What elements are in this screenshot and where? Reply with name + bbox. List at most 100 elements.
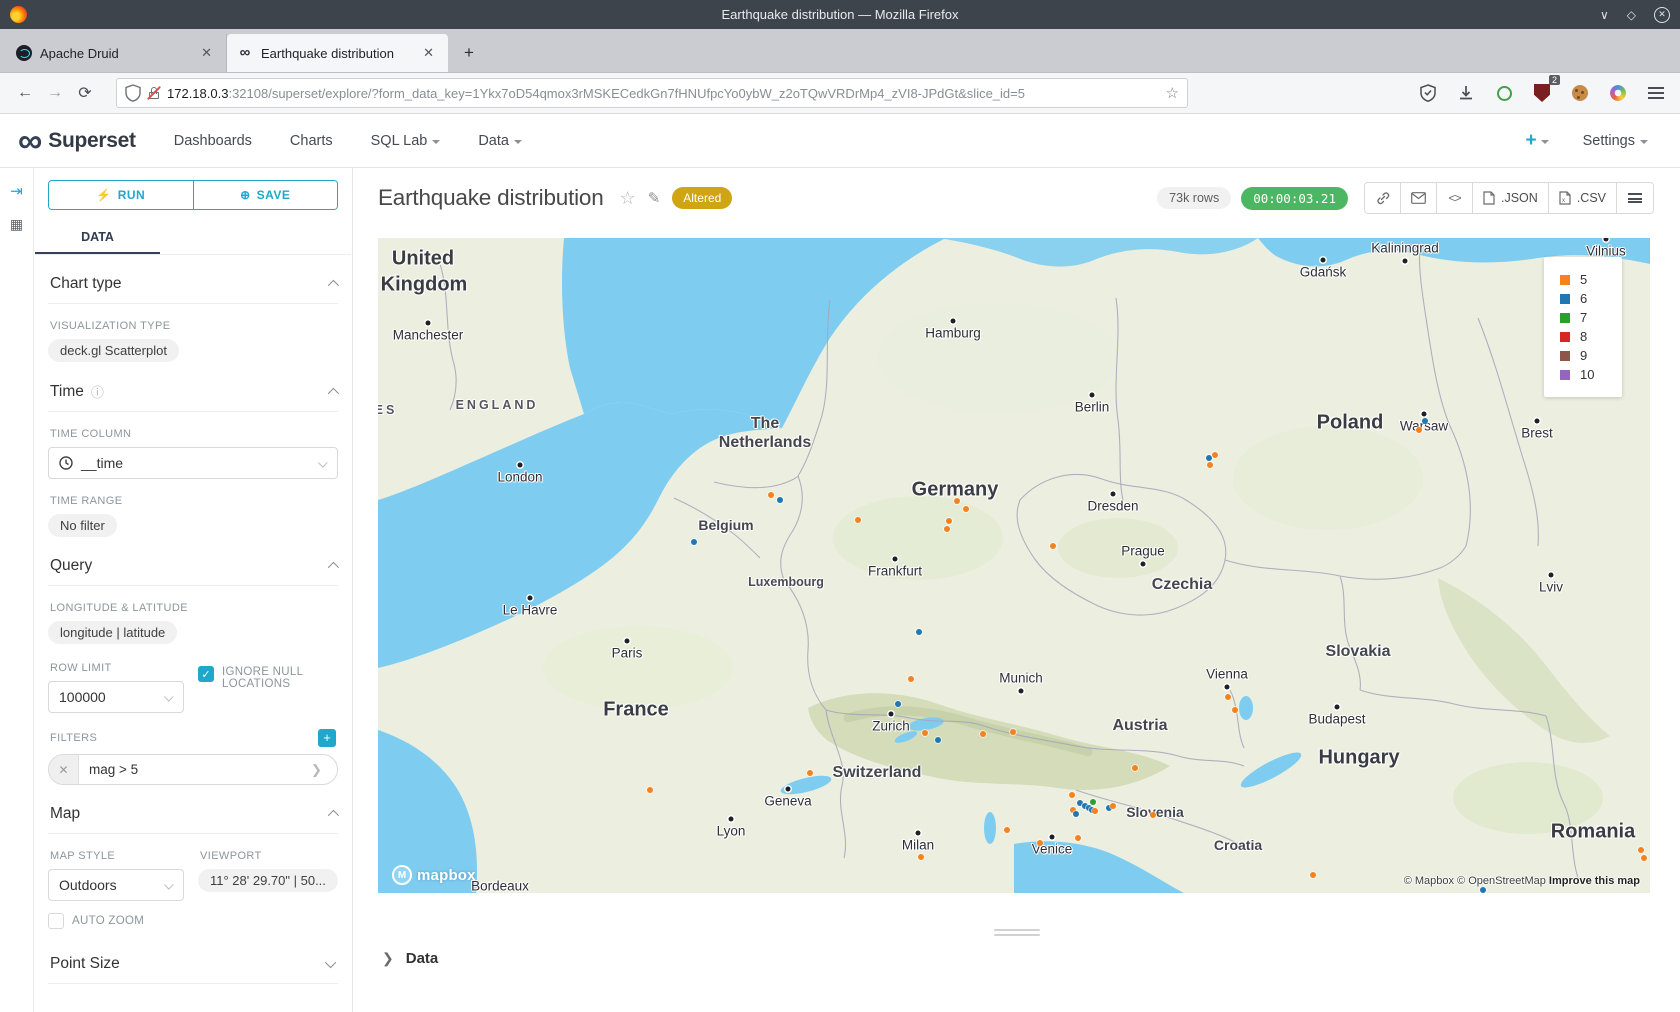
map-canvas[interactable]: UnitedKingdomTheNetherlandsFranceGermany…: [378, 238, 1650, 893]
chevron-down-icon: [1541, 140, 1549, 144]
superset-brand[interactable]: ∞ Superset: [18, 126, 136, 156]
chevron-up-icon: [328, 387, 339, 398]
scatter-point: [1069, 792, 1075, 798]
tab-title: Apache Druid: [40, 46, 197, 61]
filter-chip[interactable]: ✕ mag > 5 ❯: [48, 754, 338, 785]
scatter-point: [1004, 827, 1010, 833]
export-json-button[interactable]: .JSON: [1473, 183, 1549, 213]
auto-zoom-checkbox[interactable]: [48, 913, 64, 929]
nav-sql-lab[interactable]: SQL Lab: [371, 133, 441, 149]
viewport-value[interactable]: 11° 28' 29.70" | 50...: [198, 869, 338, 892]
ublock-icon[interactable]: 2: [1528, 79, 1556, 107]
tab-close-icon[interactable]: ✕: [419, 45, 438, 61]
scatter-point: [647, 787, 653, 793]
extension-green-icon[interactable]: [1490, 79, 1518, 107]
address-bar[interactable]: 172.18.0.3:32108/superset/explore/?form_…: [116, 78, 1188, 108]
window-close-icon[interactable]: ✕: [1654, 7, 1670, 23]
legend-label: 9: [1580, 348, 1587, 363]
downloads-icon[interactable]: [1452, 79, 1480, 107]
colorful-extension-icon[interactable]: [1604, 79, 1632, 107]
save-label: SAVE: [257, 188, 291, 202]
share-link-button[interactable]: [1365, 183, 1401, 213]
menu-hamburger-icon[interactable]: [1642, 79, 1670, 107]
tab-close-icon[interactable]: ✕: [197, 45, 216, 61]
chart-title: Earthquake distribution: [378, 185, 604, 211]
improve-map-link[interactable]: Improve this map: [1549, 875, 1640, 887]
browser-tab-apache-druid[interactable]: Apache Druid ✕: [6, 34, 227, 72]
new-item-button[interactable]: +: [1525, 130, 1548, 152]
forward-icon[interactable]: →: [40, 78, 70, 108]
export-csv-button[interactable]: x.CSV: [1549, 183, 1617, 213]
file-icon: x: [1559, 191, 1571, 205]
remove-filter-icon[interactable]: ✕: [49, 755, 79, 784]
scatter-point: [963, 506, 969, 512]
chevron-right-icon[interactable]: ❯: [311, 762, 337, 778]
file-icon: [1483, 191, 1495, 205]
email-button[interactable]: [1401, 183, 1437, 213]
altered-badge[interactable]: Altered: [672, 187, 732, 209]
time-column-select[interactable]: __time: [48, 447, 338, 479]
nav-charts[interactable]: Charts: [290, 133, 333, 149]
run-button[interactable]: ⚡RUN: [49, 181, 194, 209]
map-style-select[interactable]: Outdoors: [48, 869, 184, 901]
section-map[interactable]: Map: [48, 785, 338, 834]
protections-shield-icon[interactable]: [1414, 79, 1442, 107]
back-icon[interactable]: ←: [10, 78, 40, 108]
tab-title: Earthquake distribution: [261, 46, 419, 61]
edit-properties-icon[interactable]: ✎: [648, 189, 661, 207]
time-column-value: __time: [81, 455, 123, 471]
section-query[interactable]: Query: [48, 537, 338, 586]
reload-icon[interactable]: ⟳: [70, 78, 100, 108]
cookie-extension-icon[interactable]: [1566, 79, 1594, 107]
resize-grip[interactable]: [994, 926, 1040, 939]
insecure-lock-icon[interactable]: [147, 86, 161, 100]
scatter-point: [944, 526, 950, 532]
map-attribution[interactable]: © Mapbox © OpenStreetMap Improve this ma…: [1404, 875, 1640, 887]
data-panel-label: Data: [406, 950, 439, 967]
scatter-point: [1641, 855, 1647, 861]
scatter-point: [935, 737, 941, 743]
row-limit-select[interactable]: 100000: [48, 681, 184, 713]
chart-menu-button[interactable]: [1617, 183, 1653, 213]
mapbox-logo[interactable]: M mapbox: [392, 865, 476, 885]
bookmark-star-icon[interactable]: ☆: [1166, 84, 1179, 102]
ublock-badge: 2: [1549, 75, 1560, 85]
scatter-point: [777, 497, 783, 503]
window-maximize-icon[interactable]: ◇: [1627, 9, 1636, 21]
scatter-point: [691, 539, 697, 545]
dataset-grid-icon[interactable]: ▦: [10, 216, 23, 233]
legend-swatch: [1560, 294, 1570, 304]
embed-code-button[interactable]: <>: [1437, 183, 1473, 213]
time-range-value[interactable]: No filter: [48, 514, 117, 537]
tracking-shield-icon[interactable]: [125, 84, 141, 102]
lonlat-value[interactable]: longitude | latitude: [48, 621, 177, 644]
superset-logo-icon: ∞: [18, 126, 40, 156]
ignore-null-label2: LOCATIONS: [222, 678, 290, 690]
nav-dashboards[interactable]: Dashboards: [174, 133, 252, 149]
section-chart-type[interactable]: Chart type: [48, 255, 338, 304]
viz-type-value[interactable]: deck.gl Scatterplot: [48, 339, 179, 362]
section-point-size[interactable]: Point Size: [48, 935, 338, 984]
chevron-down-icon: [164, 691, 174, 701]
clock-icon: [59, 456, 73, 470]
json-label: .JSON: [1501, 191, 1538, 205]
tab-data[interactable]: DATA: [35, 224, 160, 254]
druid-favicon-icon: [16, 45, 32, 61]
data-panel-toggle[interactable]: ❯ Data: [382, 950, 438, 967]
save-button[interactable]: ⊕SAVE: [194, 181, 338, 209]
section-time[interactable]: Timeⓘ: [48, 362, 338, 412]
nav-data[interactable]: Data: [478, 133, 522, 149]
svg-text:x: x: [1562, 198, 1565, 204]
nav-settings[interactable]: Settings: [1583, 133, 1648, 149]
scatter-point: [1132, 765, 1138, 771]
add-filter-button[interactable]: +: [318, 729, 336, 747]
expand-panel-icon[interactable]: ⇥: [10, 182, 23, 200]
new-tab-button[interactable]: +: [454, 38, 484, 68]
url-text[interactable]: 172.18.0.3:32108/superset/explore/?form_…: [167, 86, 1166, 101]
browser-tab-earthquake[interactable]: ∞ Earthquake distribution ✕: [227, 34, 448, 72]
link-icon: [1376, 191, 1390, 205]
ignore-null-checkbox[interactable]: ✓: [198, 666, 214, 682]
map-style-value: Outdoors: [59, 877, 117, 893]
favorite-star-icon[interactable]: ☆: [620, 188, 636, 209]
window-minimize-icon[interactable]: ∨: [1600, 9, 1609, 21]
